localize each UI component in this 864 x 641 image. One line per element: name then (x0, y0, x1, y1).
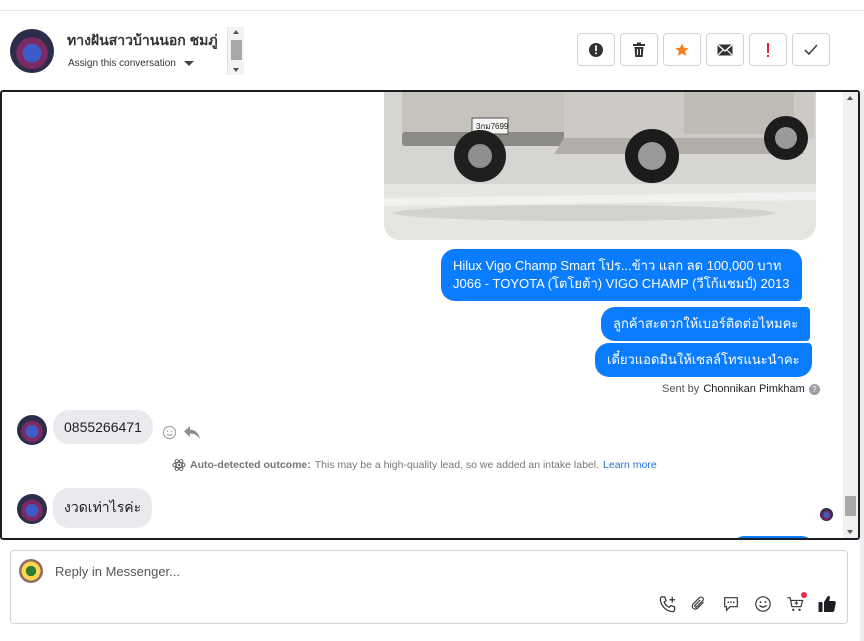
saved-replies-button[interactable] (721, 594, 741, 614)
phone-plus-icon (659, 595, 675, 612)
contact-avatar[interactable] (10, 29, 54, 73)
seen-avatar (820, 508, 833, 521)
inbox-conversation-view: ทางฝันสาวบ้านนอก ชมภู่ Assign this conve… (0, 0, 864, 641)
emoji-button[interactable] (753, 594, 773, 614)
contact-name[interactable]: ทางฝันสาวบ้านนอก ชมภู่ (67, 30, 227, 52)
attach-button[interactable] (689, 594, 709, 614)
message-thread[interactable]: 3กม7699 Hilux Vigo Champ Smart โปร...ข้า… (0, 90, 860, 540)
like-button[interactable] (817, 594, 837, 614)
contact-avatar[interactable] (17, 494, 47, 524)
check-icon (804, 43, 818, 55)
reply-composer[interactable]: Reply in Messenger... (10, 550, 848, 624)
mark-unread-button[interactable] (706, 33, 744, 66)
alert-circle-icon (589, 42, 603, 57)
scroll-thumb[interactable] (231, 40, 242, 60)
reply-input[interactable]: Reply in Messenger... (55, 564, 180, 579)
incoming-message[interactable]: 0855266471 (53, 410, 153, 444)
scroll-thumb[interactable] (845, 496, 856, 516)
learn-more-link[interactable]: Learn more (603, 459, 657, 471)
delete-button[interactable] (620, 33, 658, 66)
outgoing-message-partial[interactable] (734, 536, 812, 538)
react-emoji-icon[interactable] (162, 425, 177, 440)
follow-up-button[interactable] (749, 33, 787, 66)
star-icon (675, 42, 689, 56)
exclamation-icon (767, 42, 769, 57)
call-button[interactable] (657, 594, 677, 614)
envelope-icon (717, 43, 733, 55)
message-line: J066 - TOYOTA (โตโยต้า) VIGO CHAMP (วีโก… (453, 276, 790, 291)
assign-conversation-dropdown[interactable]: Assign this conversation (68, 58, 194, 69)
star-button[interactable] (663, 33, 701, 66)
help-icon[interactable]: ? (808, 383, 820, 395)
thumbs-up-icon (818, 595, 836, 612)
outcome-text: This may be a high-quality lead, so we a… (314, 459, 600, 471)
trash-icon (633, 42, 645, 57)
mark-done-button[interactable] (792, 33, 830, 66)
conversation-header: ทางฝันสาวบ้านนอก ชมภู่ Assign this conve… (0, 11, 864, 90)
scroll-up-arrow-icon[interactable] (233, 30, 239, 34)
page-avatar (19, 559, 43, 583)
plate-text: 3กม7699 (476, 122, 509, 131)
scroll-up-arrow-icon[interactable] (847, 96, 853, 100)
car-photo-attachment[interactable]: 3กม7699 (384, 92, 816, 240)
pickup-truck-image: 3กม7699 (384, 92, 816, 240)
scroll-down-arrow-icon[interactable] (233, 68, 239, 72)
caret-down-icon (183, 61, 194, 66)
outgoing-message[interactable]: Hilux Vigo Champ Smart โปร...ข้าว แลก ลด… (441, 249, 802, 301)
composer-toolbar (657, 592, 837, 614)
shop-button[interactable] (785, 592, 807, 614)
incoming-message[interactable]: งวดเท่าไรค่ะ (53, 488, 153, 528)
scroll-down-arrow-icon[interactable] (847, 530, 853, 534)
notification-dot (801, 592, 807, 598)
emoji-icon (755, 596, 771, 612)
contact-avatar[interactable] (17, 415, 47, 445)
chat-bubble-icon (724, 597, 738, 612)
atom-icon (172, 459, 186, 471)
sent-by-prefix: Sent by (662, 383, 700, 395)
thread-scrollbar[interactable] (843, 92, 858, 538)
paperclip-icon (691, 596, 704, 610)
outgoing-message[interactable]: เดี๋ยวแอดมินให้เซลล์โทรแนะนำคะ (595, 343, 812, 377)
message-line: Hilux Vigo Champ Smart โปร...ข้าว แลก ลด… (453, 258, 782, 273)
name-scrollbar[interactable] (227, 27, 244, 75)
outgoing-message[interactable]: ลูกค้าสะดวกให้เบอร์ติดต่อไหมคะ (601, 307, 811, 341)
page-edge (860, 90, 864, 641)
outcome-label: Auto-detected outcome: (190, 459, 311, 471)
auto-detected-outcome: Auto-detected outcome: This may be a hig… (172, 458, 657, 472)
cart-plus-icon (786, 597, 803, 612)
conversation-actions (577, 33, 830, 66)
sent-by-label: Sent by Chonnikan Pimkham ? (662, 383, 820, 395)
mark-spam-button[interactable] (577, 33, 615, 66)
reply-arrow-icon[interactable] (183, 425, 201, 440)
assign-label: Assign this conversation (68, 58, 176, 69)
sender-name: Chonnikan Pimkham (703, 383, 805, 395)
